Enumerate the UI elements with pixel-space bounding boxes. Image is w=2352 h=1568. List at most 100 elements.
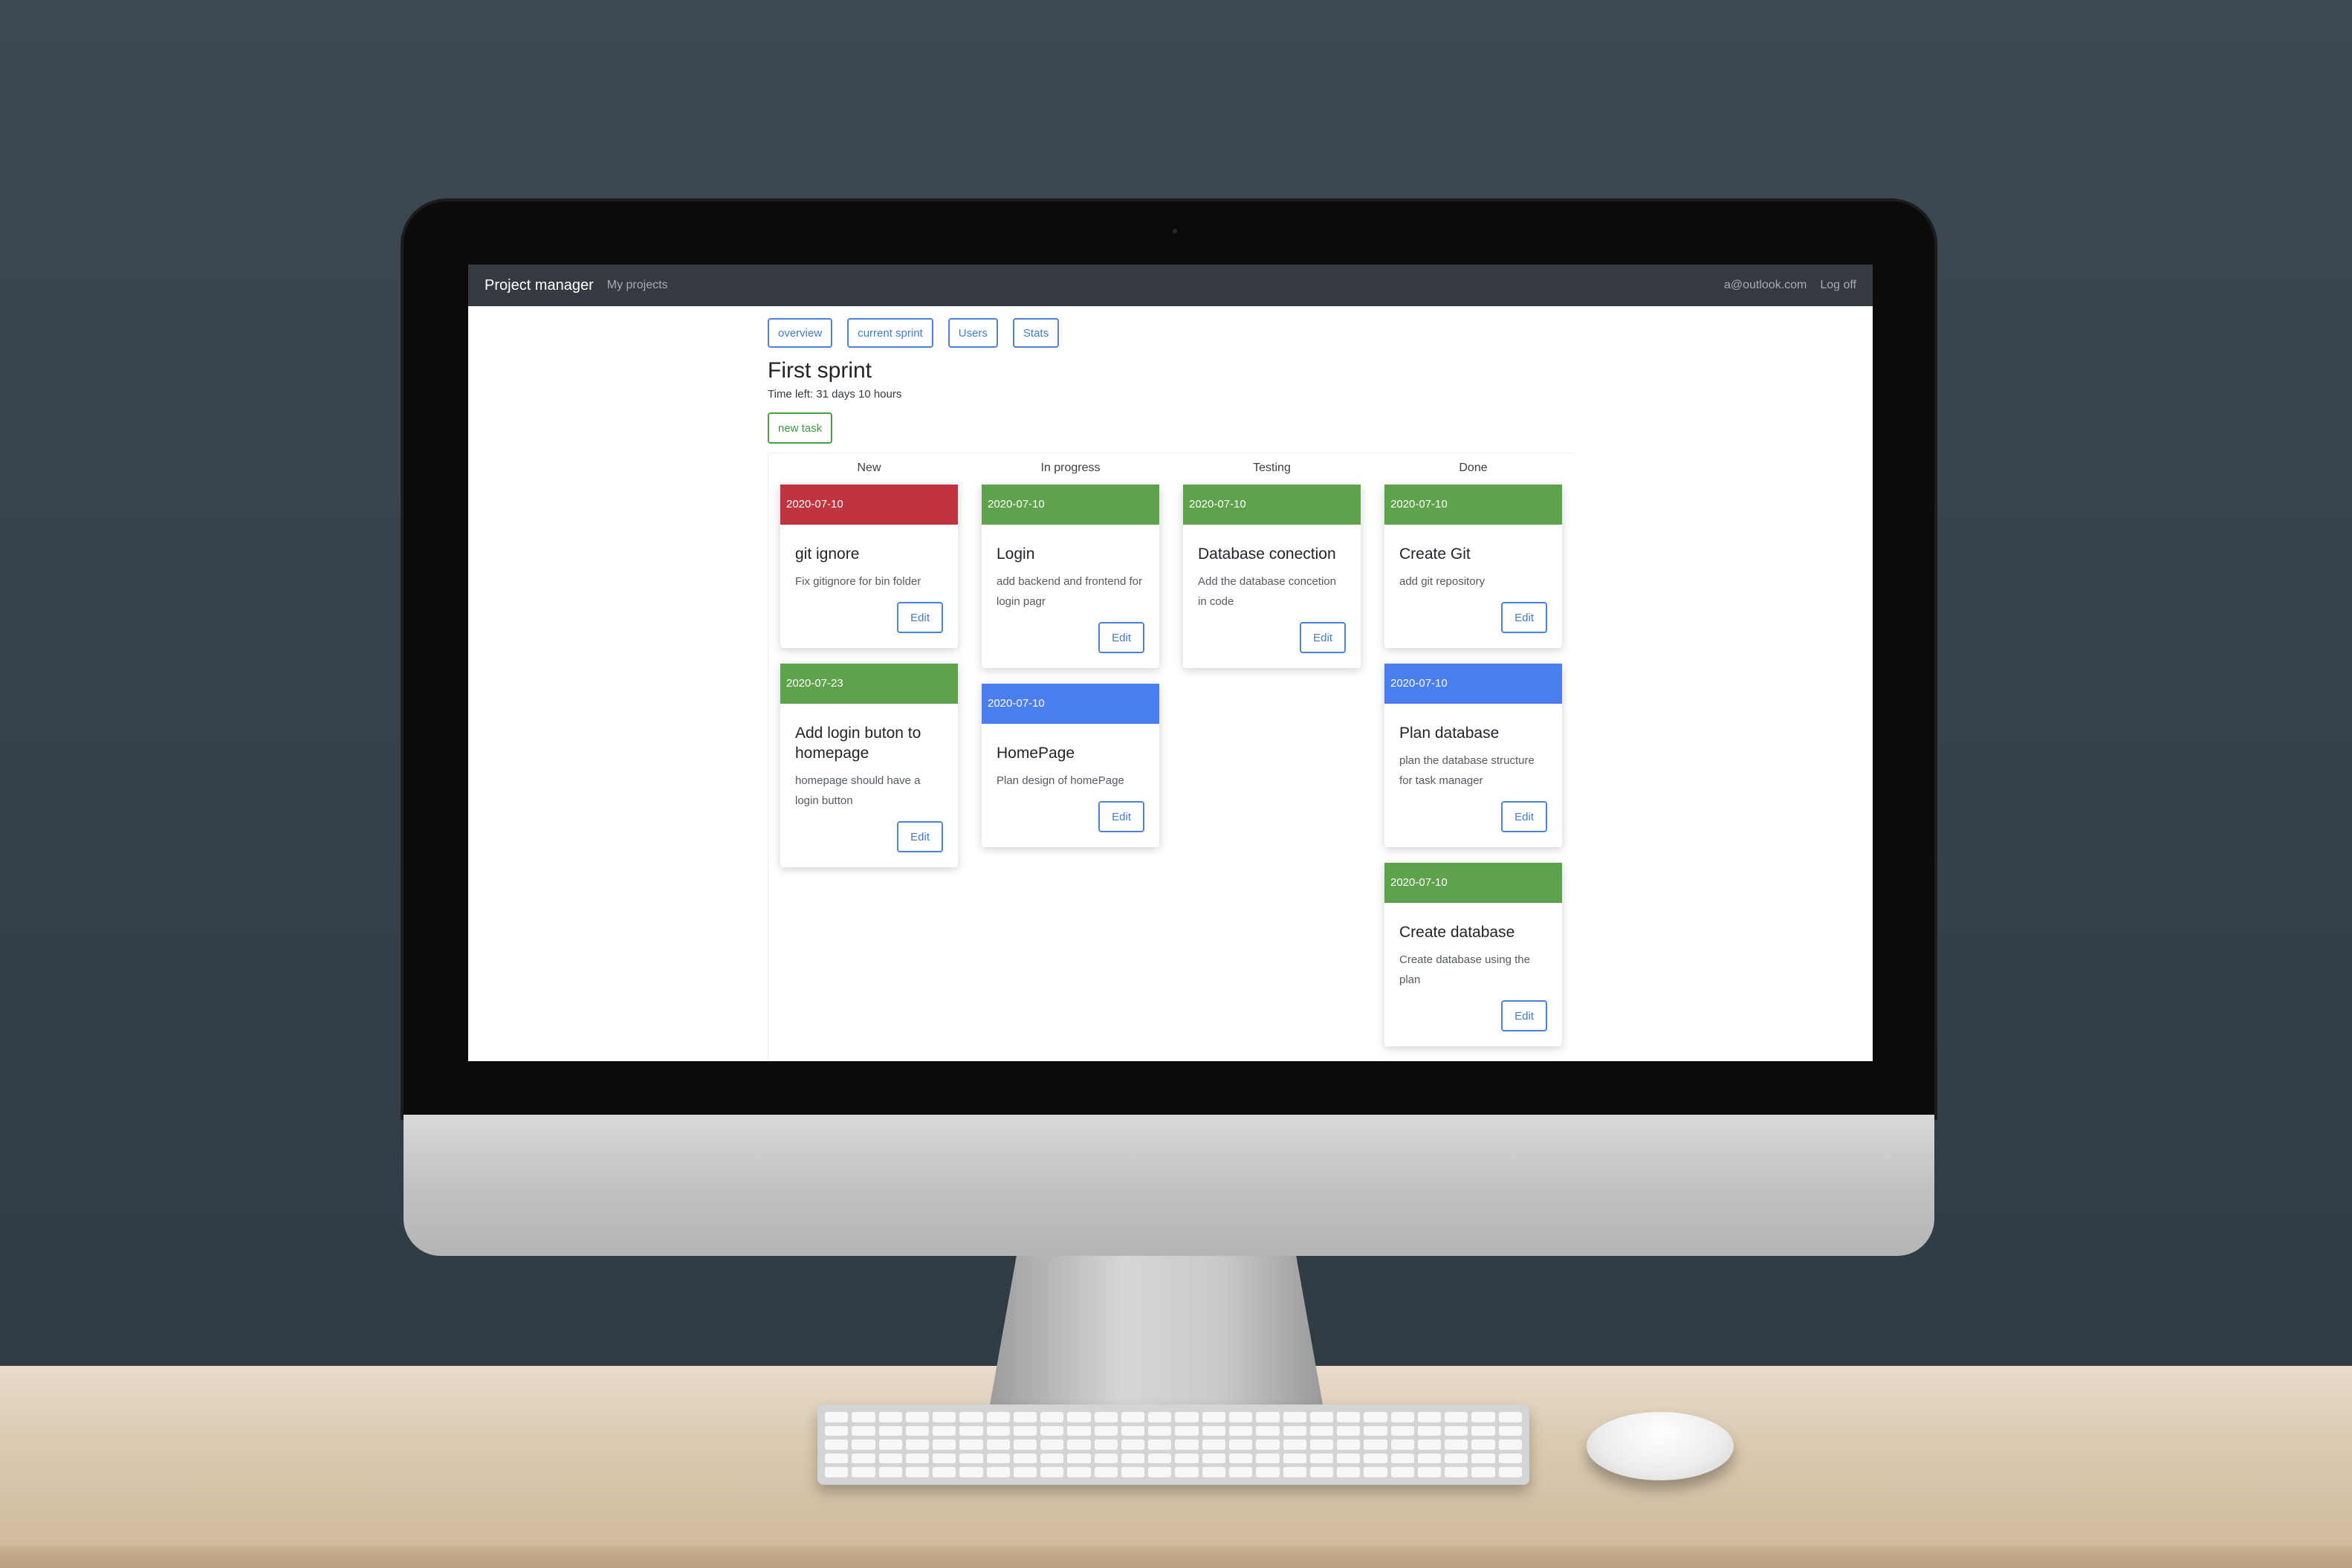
keyboard-key (852, 1439, 875, 1450)
card-title: HomePage (997, 745, 1075, 762)
keyboard-key (852, 1453, 875, 1464)
task-card[interactable]: 2020-07-10 HomePage Plan design of homeP… (982, 684, 1159, 847)
card-title: Plan database (1399, 725, 1500, 742)
edit-button[interactable]: Edit (897, 602, 943, 633)
new-task-button[interactable]: new task (768, 412, 833, 444)
brand-link[interactable]: Project manager (485, 277, 594, 294)
keyboard-key (986, 1425, 1010, 1436)
keyboard-key (1094, 1412, 1118, 1422)
tab-users[interactable]: Users (947, 318, 998, 348)
edit-button[interactable]: Edit (897, 821, 943, 852)
task-card[interactable]: 2020-07-10 Plan database plan the databa… (1384, 664, 1562, 847)
edit-button[interactable]: Edit (1098, 801, 1144, 832)
keyboard-key (1417, 1439, 1442, 1450)
edit-button[interactable]: Edit (1501, 602, 1547, 633)
keyboard-key (986, 1439, 1010, 1450)
keyboard-key (1256, 1412, 1280, 1422)
edit-button[interactable]: Edit (1300, 622, 1346, 653)
keyboard-key (1364, 1467, 1387, 1477)
task-card[interactable]: 2020-07-23 Add login buton to homepage h… (780, 664, 958, 867)
nav-my-projects[interactable]: My projects (607, 279, 668, 292)
task-card[interactable]: 2020-07-10 Database conection Add the da… (1183, 485, 1361, 668)
task-card[interactable]: 2020-07-10 Create Git add git repository… (1384, 485, 1562, 648)
keyboard-key (933, 1453, 956, 1464)
task-card[interactable]: 2020-07-10 Login add backend and fronten… (982, 485, 1159, 668)
keyboard-key (1498, 1439, 1522, 1450)
keyboard-key (1471, 1439, 1495, 1450)
keyboard-key (1121, 1467, 1145, 1477)
keyboard-key (1256, 1453, 1280, 1464)
card-footer: Edit (1399, 801, 1547, 832)
keyboard-key (933, 1425, 956, 1436)
nav-right: a@outlook.com Log off (1724, 279, 1856, 292)
card-title: Login (997, 545, 1035, 563)
card-body: git ignore Fix gitignore for bin folder … (780, 525, 958, 648)
keyboard-key (905, 1412, 930, 1422)
edit-button[interactable]: Edit (1098, 622, 1144, 653)
keyboard-key (1309, 1467, 1334, 1477)
task-card[interactable]: 2020-07-10 git ignore Fix gitignore for … (780, 485, 958, 648)
keyboard-key (1175, 1467, 1199, 1477)
keyboard-key (1040, 1425, 1064, 1436)
card-footer: Edit (1399, 602, 1547, 633)
card-date: 2020-07-10 (1384, 863, 1562, 903)
edit-button[interactable]: Edit (1501, 1000, 1547, 1031)
nav-user-email[interactable]: a@outlook.com (1724, 279, 1807, 292)
keyboard-key (959, 1467, 983, 1477)
keyboard-key (933, 1467, 956, 1477)
tab-overview[interactable]: overview (768, 318, 833, 348)
keyboard-key (1013, 1453, 1037, 1464)
keyboard-key (1417, 1412, 1442, 1422)
keyboard-key (1256, 1467, 1280, 1477)
card-footer: Edit (795, 602, 943, 633)
keyboard-key (1498, 1425, 1522, 1436)
monitor-chin (404, 1115, 1934, 1256)
keyboard-key (1067, 1453, 1091, 1464)
keyboard-key (1040, 1412, 1064, 1422)
card-description: Fix gitignore for bin folder (795, 575, 921, 588)
card-title: Database conection (1198, 545, 1336, 563)
keyboard-key (1067, 1439, 1091, 1450)
column-new: New 2020-07-10 git ignore Fix gitignore … (768, 453, 970, 1061)
keyboard-key (1175, 1412, 1199, 1422)
keyboard-key (1148, 1412, 1172, 1422)
keyboard-key (1283, 1439, 1306, 1450)
keyboard-key (1148, 1439, 1172, 1450)
keyboard-key (1175, 1453, 1199, 1464)
keyboard-key (1337, 1425, 1361, 1436)
keyboard-key (1067, 1412, 1091, 1422)
keyboard-key (1148, 1453, 1172, 1464)
tab-current-sprint[interactable]: current sprint (847, 318, 933, 348)
card-date: 2020-07-10 (1384, 664, 1562, 704)
keyboard-key (933, 1439, 956, 1450)
keyboard-key (1283, 1453, 1306, 1464)
keyboard-key (1040, 1453, 1064, 1464)
card-description: homepage should have a login button (795, 774, 921, 807)
card-date: 2020-07-10 (982, 485, 1159, 525)
tab-stats[interactable]: Stats (1012, 318, 1060, 348)
keyboard-key (905, 1425, 930, 1436)
keyboard-key (1471, 1453, 1495, 1464)
keyboard-key (1498, 1453, 1522, 1464)
card-footer: Edit (1198, 622, 1346, 653)
keyboard-key (986, 1412, 1010, 1422)
keyboard-key (1283, 1425, 1306, 1436)
card-body: Create Git add git repository Edit (1384, 525, 1562, 648)
keyboard-key (1445, 1439, 1468, 1450)
keyboard-key (1309, 1439, 1334, 1450)
task-card[interactable]: 2020-07-10 Create database Create databa… (1384, 863, 1562, 1046)
keyboard-key (825, 1467, 849, 1477)
edit-button[interactable]: Edit (1501, 801, 1547, 832)
keyboard-key (1121, 1453, 1145, 1464)
keyboard-key (959, 1425, 983, 1436)
keyboard-key (825, 1412, 849, 1422)
keyboard-key (1229, 1467, 1253, 1477)
keyboard (817, 1405, 1529, 1485)
keyboard-key (1202, 1453, 1226, 1464)
card-body: Plan database plan the database structur… (1384, 704, 1562, 847)
card-date: 2020-07-10 (1384, 485, 1562, 525)
nav-logoff[interactable]: Log off (1820, 279, 1856, 292)
column-in-progress: In progress 2020-07-10 Login add backend… (970, 453, 1171, 1061)
keyboard-key (1445, 1425, 1468, 1436)
keyboard-key (1471, 1425, 1495, 1436)
